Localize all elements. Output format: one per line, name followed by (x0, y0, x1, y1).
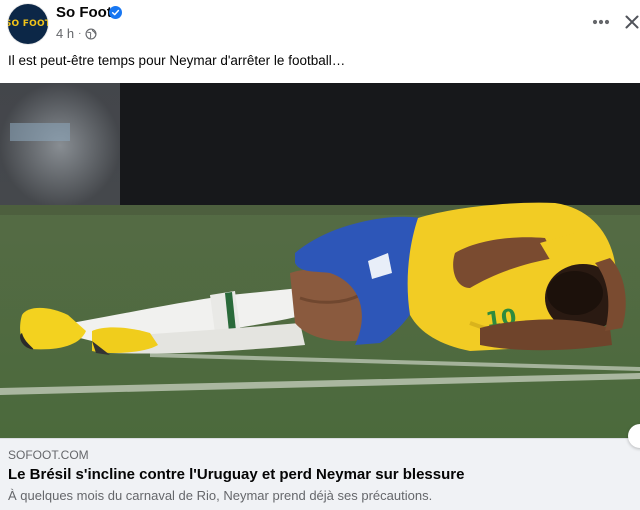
more-options-button[interactable] (588, 10, 614, 34)
link-title[interactable]: Le Brésil s'incline contre l'Uruguay et … (8, 466, 464, 483)
meta-separator: · (78, 28, 82, 39)
link-preview-image[interactable]: 10 (0, 83, 640, 438)
globe-icon[interactable] (85, 27, 97, 40)
post-header: SO FOOT So Foot 4 h · (0, 0, 640, 50)
link-description: À quelques mois du carnaval de Rio, Neym… (8, 488, 433, 503)
avatar-logo-text: SO FOOT (8, 19, 48, 29)
close-icon (625, 15, 639, 29)
page-name-link[interactable]: So Foot (56, 4, 112, 21)
football-player-photo: 10 (0, 83, 640, 438)
post-meta: 4 h · (56, 26, 97, 41)
page-avatar[interactable]: SO FOOT (8, 4, 48, 44)
link-domain: SOFOOT.COM (8, 448, 89, 462)
verified-badge-icon (109, 6, 122, 19)
post-message: Il est peut-être temps pour Neymar d'arr… (8, 53, 346, 68)
link-preview-card[interactable]: SOFOOT.COM Le Brésil s'incline contre l'… (0, 438, 640, 510)
more-horizontal-icon (592, 19, 610, 25)
close-button[interactable] (622, 10, 640, 34)
post-timestamp[interactable]: 4 h (56, 26, 74, 41)
